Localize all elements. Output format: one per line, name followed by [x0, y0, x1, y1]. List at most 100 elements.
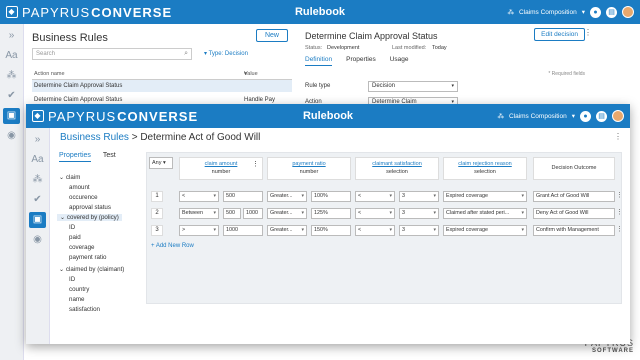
- tree-node-policy[interactable]: ⌄ covered by (policy): [57, 214, 122, 221]
- satisfaction-select[interactable]: 3 ▾: [399, 191, 439, 202]
- text-icon[interactable]: Aa: [29, 152, 46, 168]
- tab-test[interactable]: Test: [103, 152, 116, 162]
- column-name[interactable]: claim amount: [180, 161, 262, 167]
- chevron-down-icon: ▾: [521, 227, 524, 233]
- edit-decision-button[interactable]: Edit decision: [534, 28, 585, 41]
- avatar[interactable]: [612, 110, 624, 122]
- ratio-input[interactable]: 100%: [311, 191, 351, 202]
- column-header-claim-amount[interactable]: claim amount number ⋮: [179, 157, 263, 180]
- amount-max-input[interactable]: 1000: [243, 208, 263, 219]
- tree-leaf[interactable]: payment ratio: [69, 254, 107, 261]
- expand-icon[interactable]: »: [3, 28, 20, 44]
- tab-properties[interactable]: Properties: [346, 56, 376, 66]
- logo-icon: ◆: [6, 6, 18, 18]
- new-button[interactable]: New: [255, 29, 288, 42]
- expand-icon[interactable]: »: [29, 132, 46, 148]
- search-icon[interactable]: ⌕: [184, 49, 188, 59]
- app-logo[interactable]: ◆ PAPYRUS CONVERSE: [32, 109, 198, 124]
- tree-leaf[interactable]: country: [69, 286, 89, 293]
- outcome-input[interactable]: Confirm with Management: [533, 225, 615, 236]
- outcome-input[interactable]: Grant Act of Good Will: [533, 191, 615, 202]
- operator-select[interactable]: Greater... ▾: [267, 225, 307, 236]
- row-menu-icon[interactable]: ⋮: [616, 191, 623, 199]
- add-new-row-button[interactable]: + Add New Row: [151, 243, 194, 249]
- type-filter[interactable]: ▾ Type: Decision: [204, 50, 248, 57]
- tree-leaf[interactable]: ID: [69, 276, 75, 283]
- check-icon[interactable]: ✔: [29, 192, 46, 208]
- row-menu-icon[interactable]: ⋮: [616, 225, 623, 233]
- search-input[interactable]: Search ⌕: [32, 48, 192, 60]
- col-action-name[interactable]: Action name: [34, 68, 65, 80]
- column-name[interactable]: claim rejection reason: [444, 161, 526, 167]
- rulebook-icon[interactable]: ▣: [29, 212, 46, 228]
- notification-icon[interactable]: ●: [580, 110, 591, 122]
- column-header-claimant-satisfaction[interactable]: claimant satisfaction selection: [355, 157, 439, 180]
- amount-input[interactable]: 1000: [223, 225, 263, 236]
- tree-tabs: Properties Test: [59, 152, 116, 162]
- more-icon[interactable]: ⋮: [584, 28, 592, 37]
- workspace-selector[interactable]: Claims Composition: [509, 113, 567, 120]
- column-name[interactable]: payment ratio: [268, 161, 350, 167]
- column-header-claim-rejection-reason[interactable]: claim rejection reason selection: [443, 157, 527, 180]
- rule-type-select[interactable]: Decision ▾: [368, 81, 458, 92]
- chevron-down-icon[interactable]: ▾: [572, 112, 575, 120]
- operator-select[interactable]: Greater... ▾: [267, 191, 307, 202]
- tab-properties[interactable]: Properties: [59, 152, 91, 162]
- amount-min-input[interactable]: 500: [223, 208, 241, 219]
- column-header-decision-outcome[interactable]: Decision Outcome: [533, 157, 615, 180]
- ratio-input[interactable]: 125%: [311, 208, 351, 219]
- column-menu-icon[interactable]: ⋮: [252, 160, 259, 168]
- reason-select[interactable]: Claimed after stated peri... ▾: [443, 208, 527, 219]
- outcome-input[interactable]: Deny Act of Good Will: [533, 208, 615, 219]
- tree-leaf[interactable]: occurence: [69, 194, 98, 201]
- operator-select[interactable]: > ▾: [179, 225, 219, 236]
- amount-input[interactable]: 500: [223, 191, 263, 202]
- tab-definition[interactable]: Definition: [305, 56, 333, 66]
- check-icon[interactable]: ✔: [3, 88, 20, 104]
- col-value-stream[interactable]: Value Stream ▾: [244, 68, 262, 89]
- notification-icon[interactable]: ●: [590, 6, 601, 18]
- chat-icon[interactable]: ▤: [606, 6, 617, 18]
- operator-select[interactable]: < ▾: [355, 208, 395, 219]
- breadcrumb-root[interactable]: Business Rules: [60, 132, 129, 143]
- reason-select[interactable]: Expired coverage ▾: [443, 191, 527, 202]
- avatar[interactable]: [622, 6, 634, 18]
- tree-leaf[interactable]: paid: [69, 234, 81, 241]
- tree-leaf[interactable]: coverage: [69, 244, 94, 251]
- operator-select[interactable]: < ▾: [355, 225, 395, 236]
- operator-select[interactable]: Between ▾: [179, 208, 219, 219]
- operator-select[interactable]: Greater... ▾: [267, 208, 307, 219]
- operator-select[interactable]: < ▾: [355, 191, 395, 202]
- row-number: 2: [151, 208, 163, 219]
- chevron-down-icon[interactable]: ▾: [582, 8, 585, 16]
- required-note: * Required fields: [548, 71, 585, 77]
- column-name[interactable]: claimant satisfaction: [356, 161, 438, 167]
- reason-select[interactable]: Expired coverage ▾: [443, 225, 527, 236]
- satisfaction-select[interactable]: 3 ▾: [399, 208, 439, 219]
- workspace-selector[interactable]: Claims Composition: [519, 9, 577, 16]
- tab-usage[interactable]: Usage: [390, 56, 409, 66]
- tree-node-claim[interactable]: ⌄ claim: [59, 174, 80, 181]
- tree-node-claimant[interactable]: ⌄ claimed by (claimant): [59, 266, 124, 273]
- tree-leaf[interactable]: approval status: [69, 204, 111, 211]
- ratio-input[interactable]: 150%: [311, 225, 351, 236]
- rulebook-icon[interactable]: ▣: [3, 108, 20, 124]
- satisfaction-select[interactable]: 3 ▾: [399, 225, 439, 236]
- hierarchy-icon[interactable]: ⁂: [29, 172, 46, 188]
- row-menu-icon[interactable]: ⋮: [616, 208, 623, 216]
- text-icon[interactable]: Aa: [3, 48, 20, 64]
- hit-policy-select[interactable]: Any ▾: [149, 157, 173, 169]
- user-icon[interactable]: ◉: [3, 128, 20, 144]
- user-icon[interactable]: ◉: [29, 232, 46, 248]
- more-icon[interactable]: ⋮: [614, 132, 622, 141]
- tree-leaf[interactable]: amount: [69, 184, 90, 191]
- table-row[interactable]: Determine Claim Approval Status: [32, 80, 292, 92]
- tree-leaf[interactable]: ID: [69, 224, 75, 231]
- operator-select[interactable]: < ▾: [179, 191, 219, 202]
- chat-icon[interactable]: ▤: [596, 110, 607, 122]
- column-header-payment-ratio[interactable]: payment ratio number: [267, 157, 351, 180]
- tree-leaf[interactable]: name: [69, 296, 84, 303]
- app-logo[interactable]: ◆ PAPYRUS CONVERSE: [6, 5, 172, 20]
- tree-leaf[interactable]: satisfaction: [69, 306, 100, 313]
- hierarchy-icon[interactable]: ⁂: [3, 68, 20, 84]
